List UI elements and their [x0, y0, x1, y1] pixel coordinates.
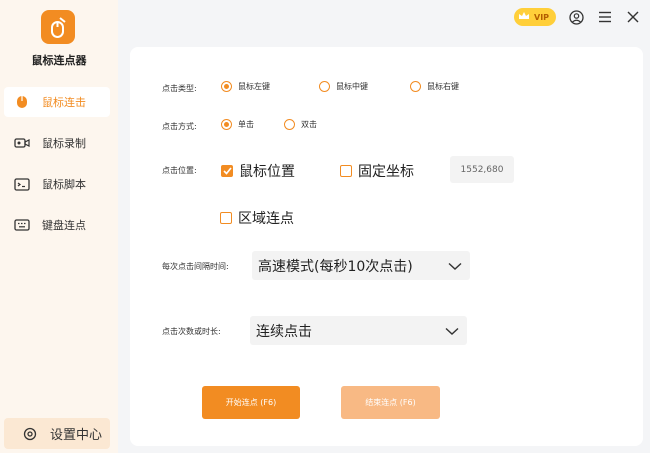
- sidebar: 鼠标连点器 鼠标连击 鼠标录制 鼠标脚本 键盘连点 设置中心: [0, 0, 118, 453]
- coordinate-field[interactable]: 1552,680: [450, 156, 514, 183]
- check-icon: [221, 165, 233, 177]
- radio-circle: [221, 81, 232, 92]
- checkbox-label: 区域连点: [238, 211, 294, 227]
- script-icon: [14, 177, 30, 191]
- checkbox-box: [220, 212, 232, 224]
- sidebar-item-label: 鼠标脚本: [42, 178, 86, 191]
- menu-icon[interactable]: [596, 8, 614, 26]
- fixed-coord-checkbox[interactable]: 固定坐标: [340, 161, 414, 181]
- vip-badge[interactable]: VIP: [514, 8, 556, 26]
- radio-label: 鼠标左键: [238, 82, 270, 91]
- radio-double-click[interactable]: 双击: [284, 119, 317, 130]
- sidebar-item-mouse-record[interactable]: 鼠标录制: [4, 128, 110, 158]
- sidebar-item-label: 键盘连点: [42, 219, 86, 232]
- count-value: 连续点击: [256, 323, 312, 340]
- chevron-down-icon: [448, 259, 462, 275]
- count-select[interactable]: 连续点击: [250, 316, 467, 345]
- sidebar-item-keyboard-click[interactable]: 键盘连点: [4, 210, 110, 240]
- sidebar-item-label: 鼠标连击: [42, 96, 86, 109]
- interval-select[interactable]: 高速模式(每秒10次点击): [252, 251, 470, 280]
- radio-single-click[interactable]: 单击: [221, 119, 254, 130]
- stop-button[interactable]: 结束连点 (F6): [341, 386, 440, 419]
- click-type-label: 点击类型:: [162, 84, 197, 93]
- radio-left-button[interactable]: 鼠标左键: [221, 81, 270, 92]
- checkbox-box: [340, 165, 352, 177]
- app-name: 鼠标连点器: [31, 54, 87, 67]
- crown-icon: [518, 11, 530, 23]
- record-icon: [14, 136, 30, 150]
- mouse-logo-icon: [51, 17, 66, 38]
- radio-circle: [284, 119, 295, 130]
- user-icon[interactable]: [567, 8, 585, 26]
- mouse-position-checkbox[interactable]: 鼠标位置: [221, 161, 295, 181]
- radio-circle: [319, 81, 330, 92]
- area-click-checkbox[interactable]: 区域连点: [220, 208, 294, 228]
- radio-label: 鼠标中键: [336, 82, 368, 91]
- count-label: 点击次数或时长:: [162, 327, 221, 336]
- checkbox-label: 鼠标位置: [239, 164, 295, 180]
- gear-icon: [22, 426, 38, 442]
- click-position-label: 点击位置:: [162, 166, 197, 175]
- chevron-down-icon: [445, 324, 459, 340]
- interval-value: 高速模式(每秒10次点击): [258, 258, 413, 275]
- mouse-icon: [14, 95, 30, 109]
- radio-label: 双击: [301, 120, 317, 129]
- checkbox-label: 固定坐标: [358, 164, 414, 180]
- settings-button[interactable]: 设置中心: [4, 418, 110, 449]
- sidebar-item-label: 鼠标录制: [42, 137, 86, 150]
- keyboard-icon: [14, 218, 30, 232]
- sidebar-item-mouse-click[interactable]: 鼠标连击: [4, 87, 110, 117]
- sidebar-item-mouse-script[interactable]: 鼠标脚本: [4, 169, 110, 199]
- vip-label: VIP: [534, 12, 550, 22]
- click-mode-label: 点击方式:: [162, 122, 197, 131]
- app-logo: [41, 10, 75, 44]
- radio-circle: [410, 81, 421, 92]
- close-icon[interactable]: [624, 8, 642, 26]
- start-button[interactable]: 开始连点 (F6): [202, 386, 300, 419]
- radio-label: 单击: [238, 120, 254, 129]
- radio-label: 鼠标右键: [427, 82, 459, 91]
- settings-label: 设置中心: [50, 428, 103, 443]
- interval-label: 每次点击间隔时间:: [162, 262, 229, 271]
- radio-middle-button[interactable]: 鼠标中键: [319, 81, 368, 92]
- radio-circle: [221, 119, 232, 130]
- radio-right-button[interactable]: 鼠标右键: [410, 81, 459, 92]
